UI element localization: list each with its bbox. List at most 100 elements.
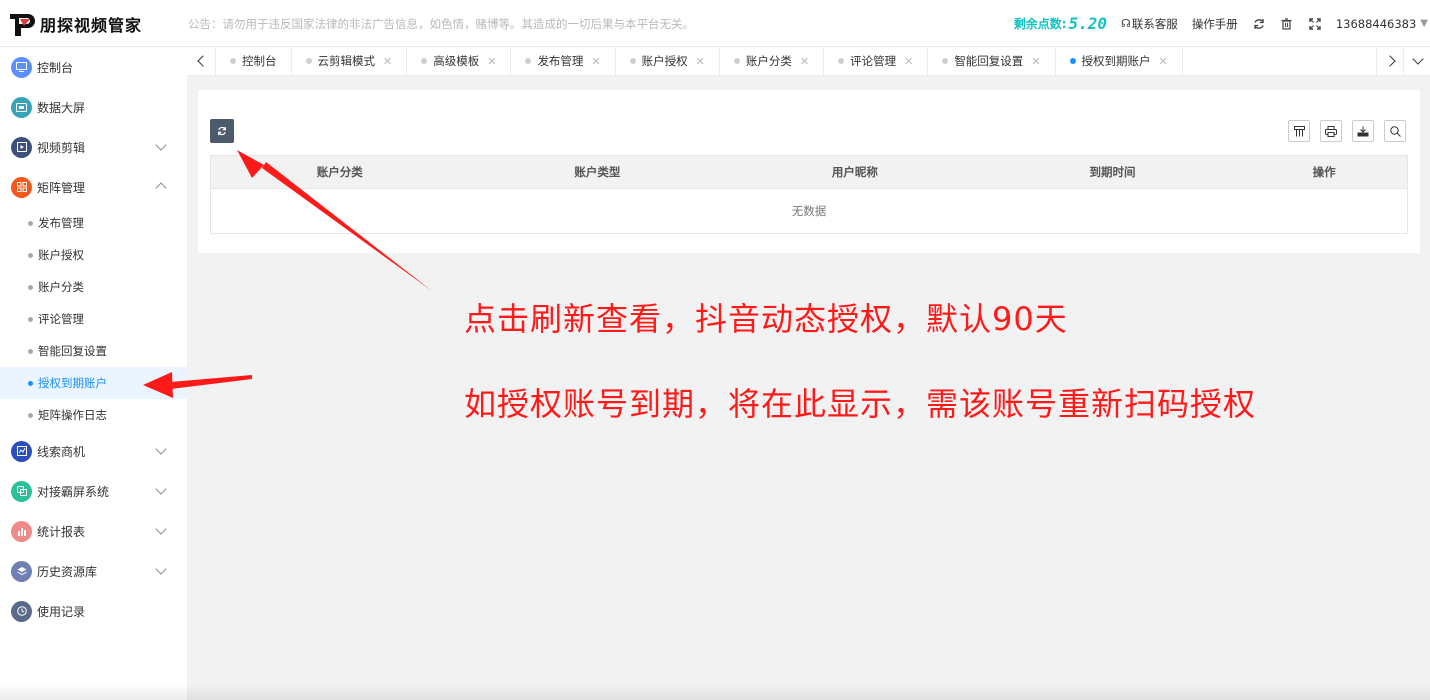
close-icon[interactable]: ✕ [591,55,600,68]
export-button[interactable] [1352,120,1374,142]
bottom-shadow [0,684,1430,700]
logo-icon [8,10,36,38]
dot-icon [28,380,33,386]
sidebar-item-usage-log[interactable]: 使用记录 [0,591,187,631]
close-icon[interactable]: ✕ [383,55,392,68]
sidebar-item-label: 数据大屏 [37,100,86,115]
sidebar-subitem-account-category[interactable]: 账户分类 [0,271,187,303]
sidebar-subitem-label: 评论管理 [38,312,84,326]
chevron-down-icon[interactable]: ▼ [1420,18,1428,29]
tab-auto-reply[interactable]: 智能回复设置 ✕ [927,47,1054,75]
refresh-icon[interactable] [1252,17,1266,31]
sidebar-item-reports[interactable]: 统计报表 [0,511,187,551]
user-phone[interactable]: 13688446383 [1336,17,1416,31]
chevron-up-icon [155,182,167,194]
search-icon [1389,125,1401,137]
tab-menu-button[interactable] [1403,47,1430,75]
chevron-down-icon [155,523,167,535]
column-header[interactable]: 账户分类 [211,164,469,180]
annotation-text-1: 点击刷新查看，抖音动态授权，默认90天 [464,300,1068,338]
dot-icon [733,58,740,64]
video-edit-icon [11,136,32,158]
table-header: 账户分类 账户类型 用户昵称 到期时间 操作 [211,156,1407,189]
dot-icon [421,58,428,64]
fullscreen-icon[interactable] [1308,17,1322,31]
sidebar-item-leads[interactable]: 线索商机 [0,431,187,471]
empty-state-text: 无数据 [791,204,827,218]
column-header[interactable]: 操作 [1241,164,1407,180]
sidebar-item-history[interactable]: 历史资源库 [0,551,187,591]
tab-publish[interactable]: 发布管理 ✕ [510,47,614,75]
close-icon[interactable]: ✕ [1031,55,1040,68]
manual-link[interactable]: 操作手册 [1192,16,1238,32]
refresh-button[interactable] [210,119,234,143]
sidebar-subitem-expired-accounts[interactable]: 授权到期账户 [0,367,187,399]
dot-icon [28,252,33,258]
sidebar-subitem-matrix-log[interactable]: 矩阵操作日志 [0,399,187,431]
sidebar-item-label: 视频剪辑 [37,140,86,155]
sidebar-subitem-label: 授权到期账户 [38,376,107,390]
dot-icon [525,58,532,64]
sidebar-item-label: 控制台 [37,60,74,75]
chevron-down-icon [1412,53,1424,65]
tab-label: 控制台 [242,54,277,68]
close-icon[interactable]: ✕ [800,55,809,68]
sidebar-subitem-label: 发布管理 [38,216,84,230]
column-header[interactable]: 到期时间 [984,164,1242,180]
sidebar-subitem-account-auth[interactable]: 账户授权 [0,239,187,271]
tab-label: 发布管理 [537,54,584,68]
sidebar-item-matrix[interactable]: 矩阵管理 [0,167,187,207]
chart-icon [11,440,32,462]
sidebar-item-data-screen[interactable]: 数据大屏 [0,87,187,127]
logo[interactable]: 朋探视频管家 [8,9,142,39]
dot-icon [28,412,33,418]
trash-icon[interactable] [1280,17,1294,31]
chevron-right-icon [1383,55,1396,67]
dot-icon [28,316,33,322]
header-right: 剩余点数: 5.20 ☊ 联系客服 操作手册 13688446383 ▼ [1014,0,1430,47]
close-icon[interactable]: ✕ [487,55,496,68]
sidebar-item-screen-system[interactable]: 对接霸屏系统 [0,471,187,511]
clock-icon [11,600,32,622]
sidebar-item-label: 历史资源库 [37,564,98,579]
sidebar-subitem-label: 账户分类 [38,280,84,294]
tab-dashboard[interactable]: 控制台 [215,47,291,75]
support-label: 联系客服 [1131,16,1178,31]
tab-scroll-right-button[interactable] [1376,47,1405,75]
sidebar-item-video-edit[interactable]: 视频剪辑 [0,127,187,167]
sidebar-subitem-comments[interactable]: 评论管理 [0,303,187,335]
sidebar-item-dashboard[interactable]: 控制台 [0,47,187,87]
sidebar-subitem-auto-reply[interactable]: 智能回复设置 [0,335,187,367]
close-icon[interactable]: ✕ [904,55,913,68]
layers-icon [11,560,32,582]
headset-icon: ☊ [1121,17,1131,30]
sidebar-item-label: 线索商机 [37,444,86,459]
support-link[interactable]: ☊ 联系客服 [1121,16,1178,32]
tab-scroll-left-button[interactable] [187,47,215,75]
dot-icon [838,58,845,64]
tab-comments[interactable]: 评论管理 ✕ [823,47,927,75]
columns-filter-button[interactable] [1288,120,1310,142]
tab-account-auth[interactable]: 账户授权 ✕ [614,47,719,75]
screen-icon [11,96,32,118]
tab-cloud-edit[interactable]: 云剪辑模式 ✕ [290,47,407,75]
tab-account-category[interactable]: 账户分类 ✕ [718,47,823,75]
tabs: 控制台 云剪辑模式 ✕ 高级模板 ✕ 发布管理 ✕ 账户授权 ✕ 账户分类 ✕ [215,47,1183,75]
print-button[interactable] [1320,120,1342,142]
sidebar-item-label: 矩阵管理 [37,180,86,195]
close-icon[interactable]: ✕ [1159,55,1168,68]
tab-templates[interactable]: 高级模板 ✕ [406,47,510,75]
close-icon[interactable]: ✕ [696,55,705,68]
chevron-down-icon [155,139,167,151]
tab-expired-accounts[interactable]: 授权到期账户 ✕ [1054,47,1183,75]
sidebar-subitem-publish[interactable]: 发布管理 [0,207,187,239]
search-button[interactable] [1384,120,1406,142]
print-icon [1325,125,1337,137]
dot-icon [28,220,33,226]
logo-text: 朋探视频管家 [40,16,143,35]
column-header[interactable]: 账户类型 [469,164,727,180]
column-header[interactable]: 用户昵称 [726,164,984,180]
sidebar-item-label: 使用记录 [37,604,86,619]
dot-icon [629,58,636,64]
chevron-down-icon [155,563,167,575]
